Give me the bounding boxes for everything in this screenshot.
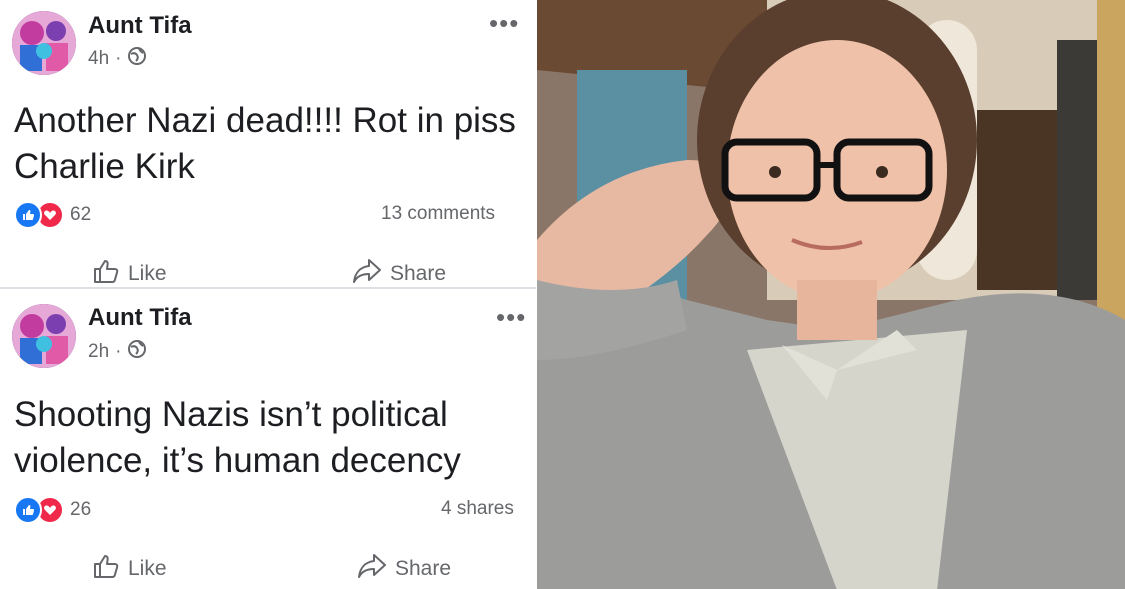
globe-icon	[127, 46, 147, 72]
like-reaction-icon	[14, 201, 42, 229]
reaction-count: 62	[70, 204, 92, 225]
author-name[interactable]: Aunt Tifa	[88, 12, 192, 40]
author-name[interactable]: Aunt Tifa	[88, 304, 192, 332]
post-card: Aunt Tifa 4h · ••• Another Nazi dead!!!!…	[0, 0, 536, 288]
author-avatar[interactable]	[12, 11, 76, 75]
meta-separator: ·	[115, 48, 122, 69]
meta-separator: ·	[115, 341, 122, 362]
post-time[interactable]: 4h	[88, 48, 109, 70]
screenshot-composite: Aunt Tifa 4h · ••• Another Nazi dead!!!!…	[0, 0, 1125, 589]
post-timestamp[interactable]: 4h ·	[88, 46, 147, 72]
share-arrow-icon	[357, 552, 387, 586]
like-label: Like	[128, 262, 167, 285]
more-options-icon[interactable]: •••	[489, 10, 519, 36]
author-avatar[interactable]	[12, 304, 76, 368]
post-text: Shooting Nazis isn’t political violence,…	[14, 395, 461, 480]
reaction-summary[interactable]: 62	[14, 201, 91, 229]
more-options-icon[interactable]: •••	[496, 304, 526, 330]
post-time[interactable]: 2h	[88, 341, 109, 363]
reaction-summary[interactable]: 26	[14, 496, 91, 524]
like-button[interactable]: Like	[92, 257, 167, 291]
like-label: Like	[128, 557, 167, 580]
posts-column: Aunt Tifa 4h · ••• Another Nazi dead!!!!…	[0, 0, 536, 589]
share-button[interactable]: Share	[357, 552, 451, 586]
like-button[interactable]: Like	[92, 552, 167, 586]
comments-count[interactable]: 13 comments	[381, 203, 495, 225]
share-arrow-icon	[352, 257, 382, 291]
thumbs-up-icon	[92, 552, 120, 586]
profile-photo	[537, 0, 1125, 589]
photo-illustration	[537, 0, 1125, 589]
post-card: Aunt Tifa 2h · ••• Shooting Nazis isn’t …	[0, 290, 536, 589]
post-text: Another Nazi dead!!!! Rot in piss Charli…	[14, 101, 516, 186]
share-button[interactable]: Share	[352, 257, 446, 291]
like-reaction-icon	[14, 496, 42, 524]
thumbs-up-icon	[92, 257, 120, 291]
post-timestamp[interactable]: 2h ·	[88, 339, 147, 365]
reaction-count: 26	[70, 499, 92, 520]
globe-icon	[127, 339, 147, 365]
share-label: Share	[390, 262, 447, 285]
post-divider	[0, 287, 536, 289]
share-label: Share	[395, 557, 452, 580]
shares-count[interactable]: 4 shares	[441, 498, 514, 520]
